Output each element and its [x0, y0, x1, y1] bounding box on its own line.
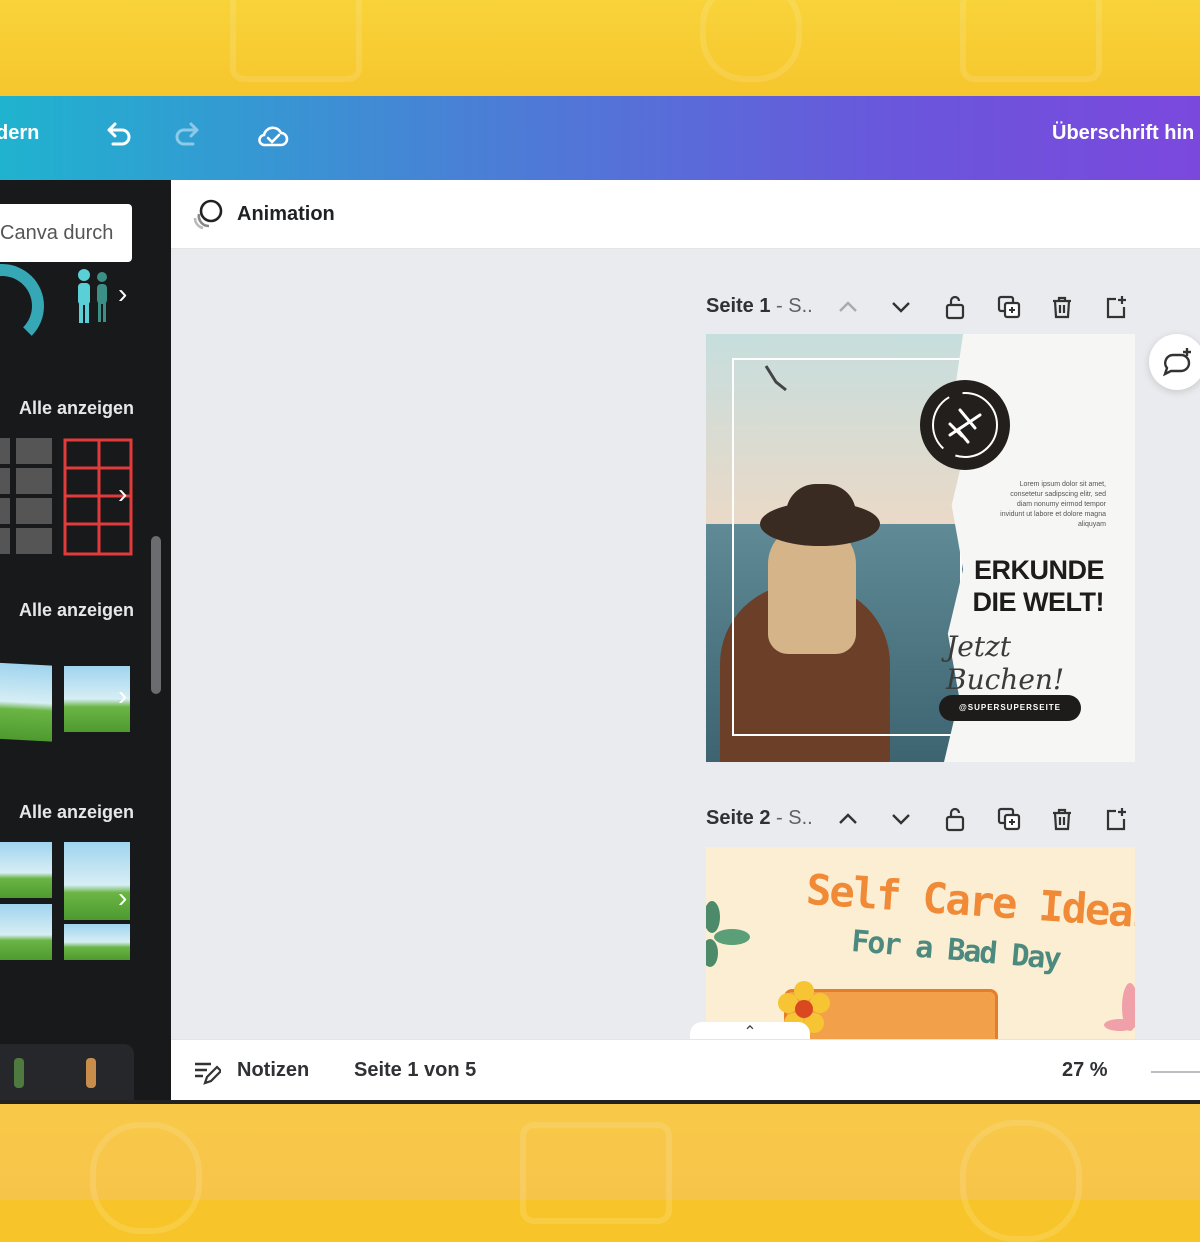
- design-title[interactable]: Überschrift hin: [1052, 122, 1194, 145]
- zoom-slider[interactable]: [1151, 1071, 1200, 1073]
- add-page-icon[interactable]: [1102, 805, 1130, 833]
- zoom-level[interactable]: 27 %: [1062, 1059, 1108, 1082]
- duplicate-icon[interactable]: [995, 805, 1023, 833]
- add-page-icon[interactable]: [1102, 293, 1130, 321]
- add-comment-button[interactable]: [1149, 334, 1200, 390]
- background-deco: [700, 0, 802, 82]
- page-1-label[interactable]: Seite 1: [706, 295, 770, 317]
- undo-icon[interactable]: [100, 118, 136, 154]
- page-2-subtitle-text: For a Bad Day: [849, 923, 1061, 978]
- editor-topbar: dern Überschrift hin: [0, 96, 1200, 180]
- animation-button[interactable]: Animation: [237, 203, 335, 226]
- pink-leaf-shape: [1104, 977, 1135, 1039]
- animation-icon[interactable]: [191, 198, 225, 232]
- chevron-down-icon[interactable]: [887, 293, 915, 321]
- page-1-title[interactable]: - S..: [770, 295, 813, 317]
- background-bottom: [0, 1102, 1200, 1242]
- chevron-right-icon[interactable]: ›: [118, 278, 127, 310]
- photo-grid-element[interactable]: [0, 842, 52, 898]
- headline-line-1: ERKUNDE: [973, 555, 1105, 585]
- page-2-label[interactable]: Seite 2: [706, 807, 770, 829]
- body-text: Lorem ipsum dolor sit amet, consetetur s…: [1000, 481, 1106, 528]
- show-all-link[interactable]: Alle anzeigen: [19, 802, 134, 823]
- headline-line-2: DIE WELT!: [972, 587, 1105, 617]
- context-toolbar: Animation: [171, 180, 1200, 249]
- chevron-up-icon[interactable]: [834, 805, 862, 833]
- photo-grid-element[interactable]: [64, 924, 130, 960]
- page-2-design[interactable]: Self Care Ideas For a Bad Day: [706, 847, 1135, 1039]
- background-deco: [960, 0, 1102, 82]
- topbar-menu-label[interactable]: dern: [0, 122, 39, 145]
- leaf-shape: [706, 897, 756, 967]
- trash-icon[interactable]: [1048, 293, 1076, 321]
- chevron-right-icon[interactable]: ›: [118, 478, 127, 510]
- handle-pill: @SUPERSUPERSEITE: [939, 695, 1081, 721]
- figure-element[interactable]: [86, 1058, 96, 1088]
- chevron-up-icon[interactable]: [834, 293, 862, 321]
- notes-button[interactable]: Notizen: [237, 1059, 309, 1082]
- background-deco: [230, 0, 362, 82]
- lock-icon[interactable]: [941, 293, 969, 321]
- notes-icon[interactable]: [191, 1057, 223, 1087]
- chevron-down-icon[interactable]: [887, 805, 915, 833]
- chevron-right-icon[interactable]: ›: [118, 882, 127, 914]
- trash-icon[interactable]: [1048, 805, 1076, 833]
- redo-icon[interactable]: [170, 118, 206, 154]
- device-bezel-line: [0, 1100, 1200, 1104]
- page-1-header: Seite 1 - S..: [706, 295, 813, 318]
- figures-row: [0, 1044, 134, 1102]
- background-top: [0, 0, 1200, 96]
- search-input[interactable]: Canva durch: [0, 204, 132, 262]
- chevron-right-icon[interactable]: ›: [118, 680, 127, 712]
- grid-element[interactable]: [0, 436, 54, 556]
- cloud-saved-icon[interactable]: [255, 118, 291, 154]
- show-all-link[interactable]: Alle anzeigen: [19, 600, 134, 621]
- figure-element[interactable]: [14, 1058, 24, 1088]
- page-1-design[interactable]: Lorem ipsum dolor sit amet, consetetur s…: [706, 334, 1135, 762]
- lock-icon[interactable]: [941, 805, 969, 833]
- script-text: Jetzt Buchen!: [946, 630, 1065, 696]
- photo-grid-element[interactable]: [0, 904, 52, 960]
- people-element[interactable]: [72, 268, 112, 326]
- duplicate-icon[interactable]: [995, 293, 1023, 321]
- show-all-link[interactable]: Alle anzeigen: [19, 398, 134, 419]
- sidebar-scrollbar[interactable]: [151, 536, 161, 694]
- background-deco: [520, 1122, 672, 1224]
- design-canvas: Seite 1 - S.. Lorem ipsum dolor sit amet…: [171, 249, 1200, 1039]
- headline: ERKUNDE DIE WELT!: [942, 554, 1105, 618]
- page-indicator[interactable]: Seite 1 von 5: [354, 1059, 476, 1082]
- page-2-title[interactable]: - S..: [770, 807, 813, 829]
- editor-statusbar: Notizen Seite 1 von 5 27 %: [171, 1039, 1200, 1103]
- photo-frame-element[interactable]: [0, 662, 52, 742]
- elements-sidebar: Canva durch › Alle anzeigen › Alle anzei…: [0, 180, 171, 1102]
- gauge-element[interactable]: [0, 264, 44, 348]
- background-deco: [90, 1122, 202, 1234]
- background-deco: [960, 1120, 1082, 1242]
- page-2-header: Seite 2 - S..: [706, 807, 813, 830]
- airplane-badge-icon: [920, 380, 1010, 470]
